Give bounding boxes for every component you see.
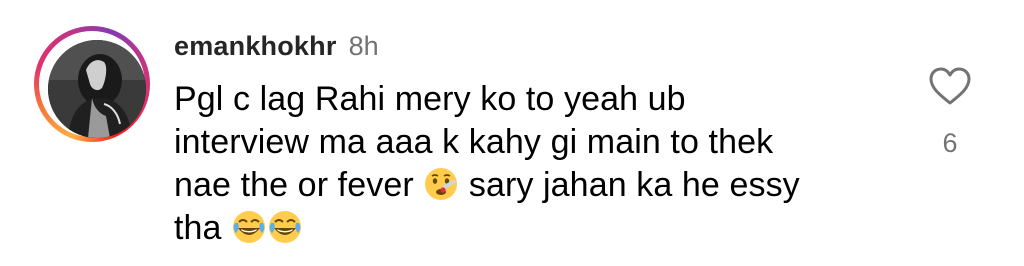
heart-outline-icon	[929, 67, 971, 105]
like-button[interactable]	[924, 66, 976, 106]
avatar-story-ring[interactable]	[34, 26, 150, 142]
comment-text-segment: tha	[174, 209, 222, 247]
comment-text: Pgl c lag Rahi mery ko to yeah ub interv…	[174, 78, 894, 250]
face-with-tears-of-joy-icon	[269, 211, 302, 243]
comment-meta: emankhokhr 8h	[174, 28, 914, 64]
comment-text-line: nae the or fever sary jahan ka he essy	[174, 164, 894, 207]
avatar-photo-icon	[48, 40, 146, 138]
face-with-thermometer-icon	[425, 168, 458, 200]
username-link[interactable]: emankhokhr	[174, 31, 337, 61]
comment-text-line: tha	[174, 207, 894, 250]
comment-timestamp: 8h	[348, 31, 379, 61]
like-count: 6	[942, 128, 958, 158]
comment-text-line: interview ma aaa k kahy gi main to thek	[174, 123, 774, 161]
comment-text-segment: sary jahan ka he essy	[468, 166, 800, 204]
face-with-tears-of-joy-icon	[233, 211, 266, 243]
comment-text-segment: nae the or fever	[174, 166, 414, 204]
comment-item: emankhokhr 8h Pgl c lag Rahi mery ko to y…	[0, 0, 1024, 266]
comment-text-line: Pgl c lag Rahi mery ko to yeah ub	[174, 80, 686, 118]
comment-body: emankhokhr 8h Pgl c lag Rahi mery ko to y…	[174, 28, 914, 250]
avatar[interactable]	[48, 40, 146, 138]
like-control: 6	[924, 66, 976, 159]
